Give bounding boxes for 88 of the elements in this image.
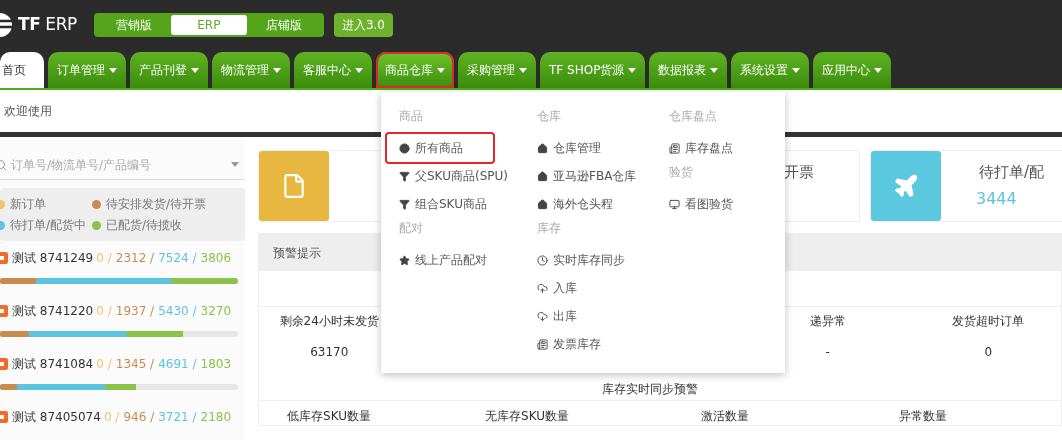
order-count: 0 / [96,303,112,320]
menu-section-title: 配对 [399,220,424,237]
card-title: 开票 [784,162,814,183]
menu-item[interactable]: 线上产品配对 [399,246,537,274]
alert-label: 无库存SKU数量 [485,408,569,425]
section-title: 库存实时同步预警 [602,380,698,398]
menu-item[interactable]: 仓库管理 [537,134,669,162]
caret-icon [231,162,239,167]
order-count: 946 / [123,409,155,426]
order-count: 1803 [200,356,232,373]
store-name: 测试 8741249 [12,250,94,267]
menu-item[interactable]: 看图验货 [669,190,779,218]
order-count: 2180 [200,409,232,426]
alert-label: 剩余24小时未发货 [279,313,379,330]
menu-item[interactable]: 父SKU商品(SPU) [399,162,537,190]
store-name: 测试 87405074 [12,409,101,426]
cloud-upload-icon [537,282,548,294]
airplane-icon [893,173,919,199]
order-count: 4691 / [158,356,197,373]
order-count: 0 / [96,356,112,373]
order-count: 1937 / [115,303,155,320]
order-count: 0 / [96,250,112,267]
file-icon [281,173,307,199]
caret-icon [437,67,445,73]
menu-section-title: 验货 [669,164,694,181]
caret-icon [191,67,199,73]
menu-item[interactable]: 出库 [537,302,669,330]
alert-value: - [825,344,830,361]
alert-label: 异常数量 [899,408,947,425]
alert-value: 63170 [310,344,349,361]
alert-value: 0 [984,344,993,361]
menu-item[interactable]: 所有商品 [387,134,493,162]
menu-section-title: 仓库盘点 [669,108,718,125]
legend-label: 新订单 [10,196,46,213]
order-count: 1345 / [115,356,155,373]
caret-icon [628,67,637,73]
caret-icon [355,67,363,73]
order-count: 7524 / [158,250,197,267]
menu-item[interactable]: 组合SKU商品 [399,190,537,218]
order-count: 5430 / [158,303,197,320]
menu-section-title: 仓库 [537,108,562,125]
filter-icon [399,198,410,210]
home-icon [537,198,548,210]
store-name: 测试 8741220 [12,303,94,320]
menu-item[interactable]: 入库 [537,274,669,302]
home-icon [537,142,548,154]
caret-icon [109,67,117,73]
filter-icon [399,170,410,182]
breadcrumb: 欢迎使用 [4,103,52,120]
monitor-icon [669,198,680,210]
home-icon [537,170,548,182]
alert-label: 激活数量 [701,408,749,425]
menu-item[interactable]: 实时库存同步 [537,246,669,274]
menu-section-title: 商品 [399,108,424,125]
menu-item[interactable]: 亚马逊FBA仓库 [537,162,669,190]
list-icon [669,142,680,154]
star-icon [399,254,410,266]
nav-tab[interactable]: 首页 [0,52,44,88]
caret-icon [874,67,883,73]
logo-text: TF ERP [18,13,77,37]
alert-label: 递异常 [809,313,846,330]
card-value: 3444 [976,187,1018,210]
order-count: 2312 / [115,250,155,267]
caret-icon [273,67,281,73]
legend-label: 待安排发货/待开票 [106,196,207,213]
dot-icon [399,142,410,154]
order-count: 0 / [103,409,120,426]
clock-icon [537,254,548,266]
alert-label: 发货超时订单 [952,313,1025,330]
menu-item[interactable]: 库存盘点 [669,134,779,162]
order-count: 3721 / [158,409,197,426]
search-field[interactable]: 订单号/物流单号/产品编号 [11,155,231,174]
list-icon [537,338,548,350]
caret-icon [792,67,801,73]
cloud-download-icon [537,310,548,322]
card-title: 待打单/配 [979,162,1045,183]
legend-label: 已配货/待揽收 [106,217,183,234]
store-name: 测试 8741084 [12,356,94,373]
caret-icon [519,67,527,73]
menu-section-title: 库存 [537,220,562,237]
order-count: 3270 [200,303,232,320]
menu-item[interactable]: 海外仓头程 [537,190,669,218]
legend-label: 待打单/配货中 [10,217,87,234]
menu-item[interactable]: 发票库存 [537,330,669,358]
order-count: 3806 [200,250,232,267]
panel-title: 预警提示 [273,244,321,262]
alert-label: 低库存SKU数量 [287,408,371,425]
caret-icon [710,67,719,73]
